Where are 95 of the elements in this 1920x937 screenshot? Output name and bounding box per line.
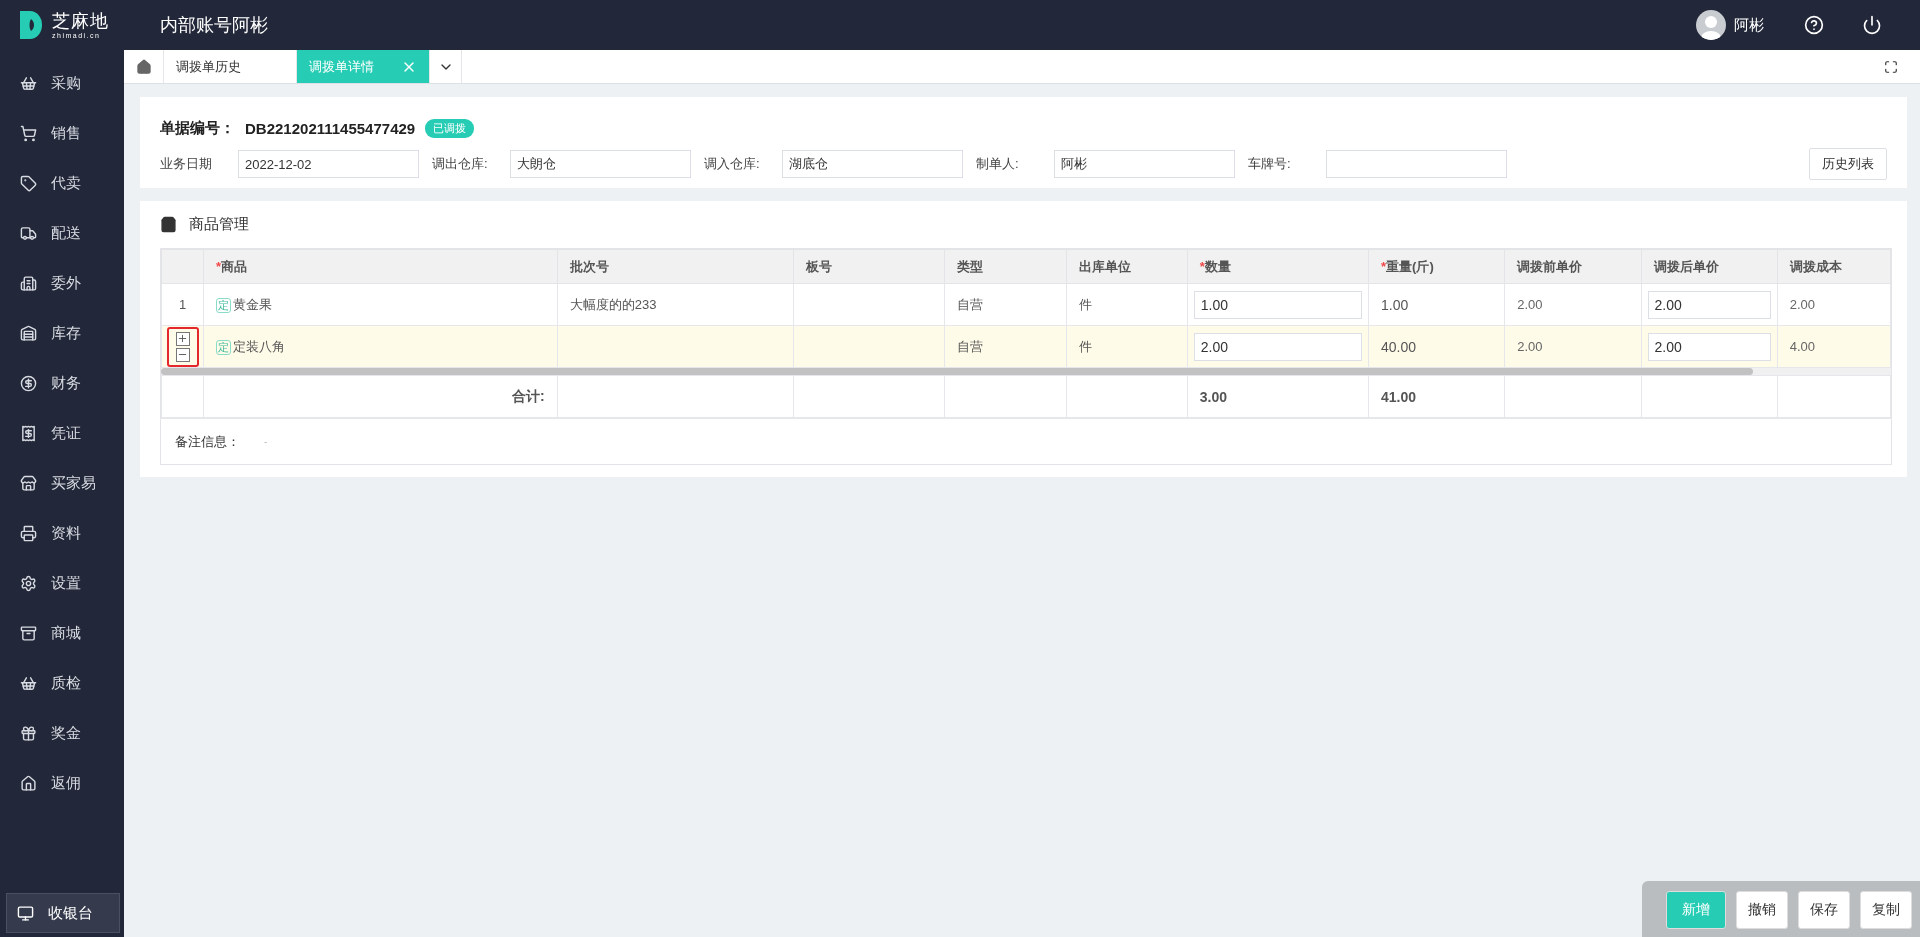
column-header: 类型 [944,249,1067,284]
table-cell: 4.00 [1777,325,1891,368]
table-cell: 定 黄金果 [203,283,558,326]
total-label: 合计: [203,375,558,418]
table-cell: 件 [1066,325,1188,368]
sidebar-item[interactable]: 返佣 [0,758,124,808]
sidebar-item[interactable]: 库存 [0,308,124,358]
menu-icon [20,674,37,692]
column-header: *重量(斤) [1368,249,1505,284]
action-button[interactable]: 撤销 [1736,891,1788,929]
remove-row-button[interactable] [175,347,190,362]
table-cell: 1.00 [1368,283,1505,326]
input-field[interactable]: 大朗仓 [510,150,691,178]
table-cell: 2.00 [1777,283,1891,326]
quantity-input[interactable]: 1.00 [1193,290,1363,319]
sidebar-item[interactable]: 设置 [0,558,124,608]
field-label: 调出仓库: [432,155,489,173]
remark-value: - [264,436,268,447]
menu-icon [20,424,37,442]
sidebar-item[interactable]: 配送 [0,208,124,258]
menu-icon [20,74,37,92]
table-cell: 件 [1066,283,1188,326]
total-quantity: 3.00 [1187,375,1369,418]
section-title: 商品管理 [189,215,249,234]
account-title: 内部账号阿彬 [160,14,269,37]
sidebar-item[interactable]: 销售 [0,108,124,158]
home-icon [135,58,152,75]
sidebar-item[interactable]: 买家易 [0,458,124,508]
menu-icon [20,324,37,342]
table-cell: 自营 [944,283,1067,326]
table-cell: 2.00 [1504,283,1641,326]
help-icon[interactable] [1804,15,1824,35]
plus-icon [177,333,189,344]
remark-label: 备注信息： [175,432,240,451]
cashier-button[interactable]: 收银台 [6,893,120,933]
avatar-icon[interactable] [1696,10,1726,40]
table-cell: 2.00 [1504,325,1641,368]
sidebar-item[interactable]: 代卖 [0,158,124,208]
menu-icon [20,774,37,792]
input-field[interactable]: 2022-12-02 [238,150,419,178]
field-label: 调入仓库: [704,155,761,173]
power-icon[interactable] [1862,15,1882,35]
menu-icon [20,374,37,392]
status-badge: 已调拨 [425,119,475,138]
field-label: 业务日期 [160,155,213,173]
menu-icon [20,524,37,542]
sidebar-item[interactable]: 凭证 [0,408,124,458]
sidebar-item[interactable]: 采购 [0,58,124,108]
input-field[interactable] [1326,150,1507,178]
horizontal-scrollbar[interactable] [161,368,1891,375]
table-cell: 大幅度的的233 [557,283,794,326]
sidebar-item[interactable]: 委外 [0,258,124,308]
table-cell: 40.00 [1368,325,1505,368]
sidebar-item[interactable]: 质检 [0,658,124,708]
column-header: 板号 [793,249,945,284]
price-input[interactable]: 2.00 [1647,332,1771,361]
input-field[interactable]: 湖底仓 [782,150,963,178]
brand-name: 芝麻地 [52,11,109,30]
menu-icon [20,574,37,592]
sidebar-item[interactable]: 资料 [0,508,124,558]
register-icon [17,904,34,922]
column-header: 调拨前单价 [1504,249,1641,284]
logo-icon [20,11,44,39]
add-row-button[interactable] [175,331,190,346]
user-name[interactable]: 阿彬 [1734,15,1764,35]
sidebar-item[interactable]: 财务 [0,358,124,408]
column-header: *数量 [1187,249,1369,284]
order-number: DB221202111455477429 [245,120,416,137]
row-number: 1 [178,297,187,312]
menu-icon [20,724,37,742]
column-header: 出库单位 [1066,249,1188,284]
field-label: 车牌号: [1248,155,1292,173]
column-header: *商品 [203,249,558,284]
column-header: 调拨成本 [1777,249,1891,284]
order-number-label: 单据编号： [160,119,235,138]
sidebar-item[interactable]: 奖金 [0,708,124,758]
action-button[interactable]: 保存 [1798,891,1850,929]
menu-icon [20,224,37,242]
menu-icon [20,124,37,142]
column-header: 批次号 [557,249,794,284]
menu-icon [20,474,37,492]
action-button[interactable]: 复制 [1860,891,1912,929]
column-header: 调拨后单价 [1641,249,1778,284]
price-input[interactable]: 2.00 [1647,290,1771,319]
sidebar-item[interactable]: 商城 [0,608,124,658]
table-cell: 定 定装八角 [203,325,558,368]
history-list-button[interactable]: 历史列表 [1809,148,1887,180]
menu-icon [20,274,37,292]
field-label: 制单人: [976,155,1020,173]
total-weight: 41.00 [1368,375,1505,418]
table-cell: 自营 [944,325,1067,368]
input-field[interactable]: 阿彬 [1054,150,1235,178]
menu-icon [20,174,37,192]
menu-icon [20,624,37,642]
quantity-input[interactable]: 2.00 [1193,332,1363,361]
